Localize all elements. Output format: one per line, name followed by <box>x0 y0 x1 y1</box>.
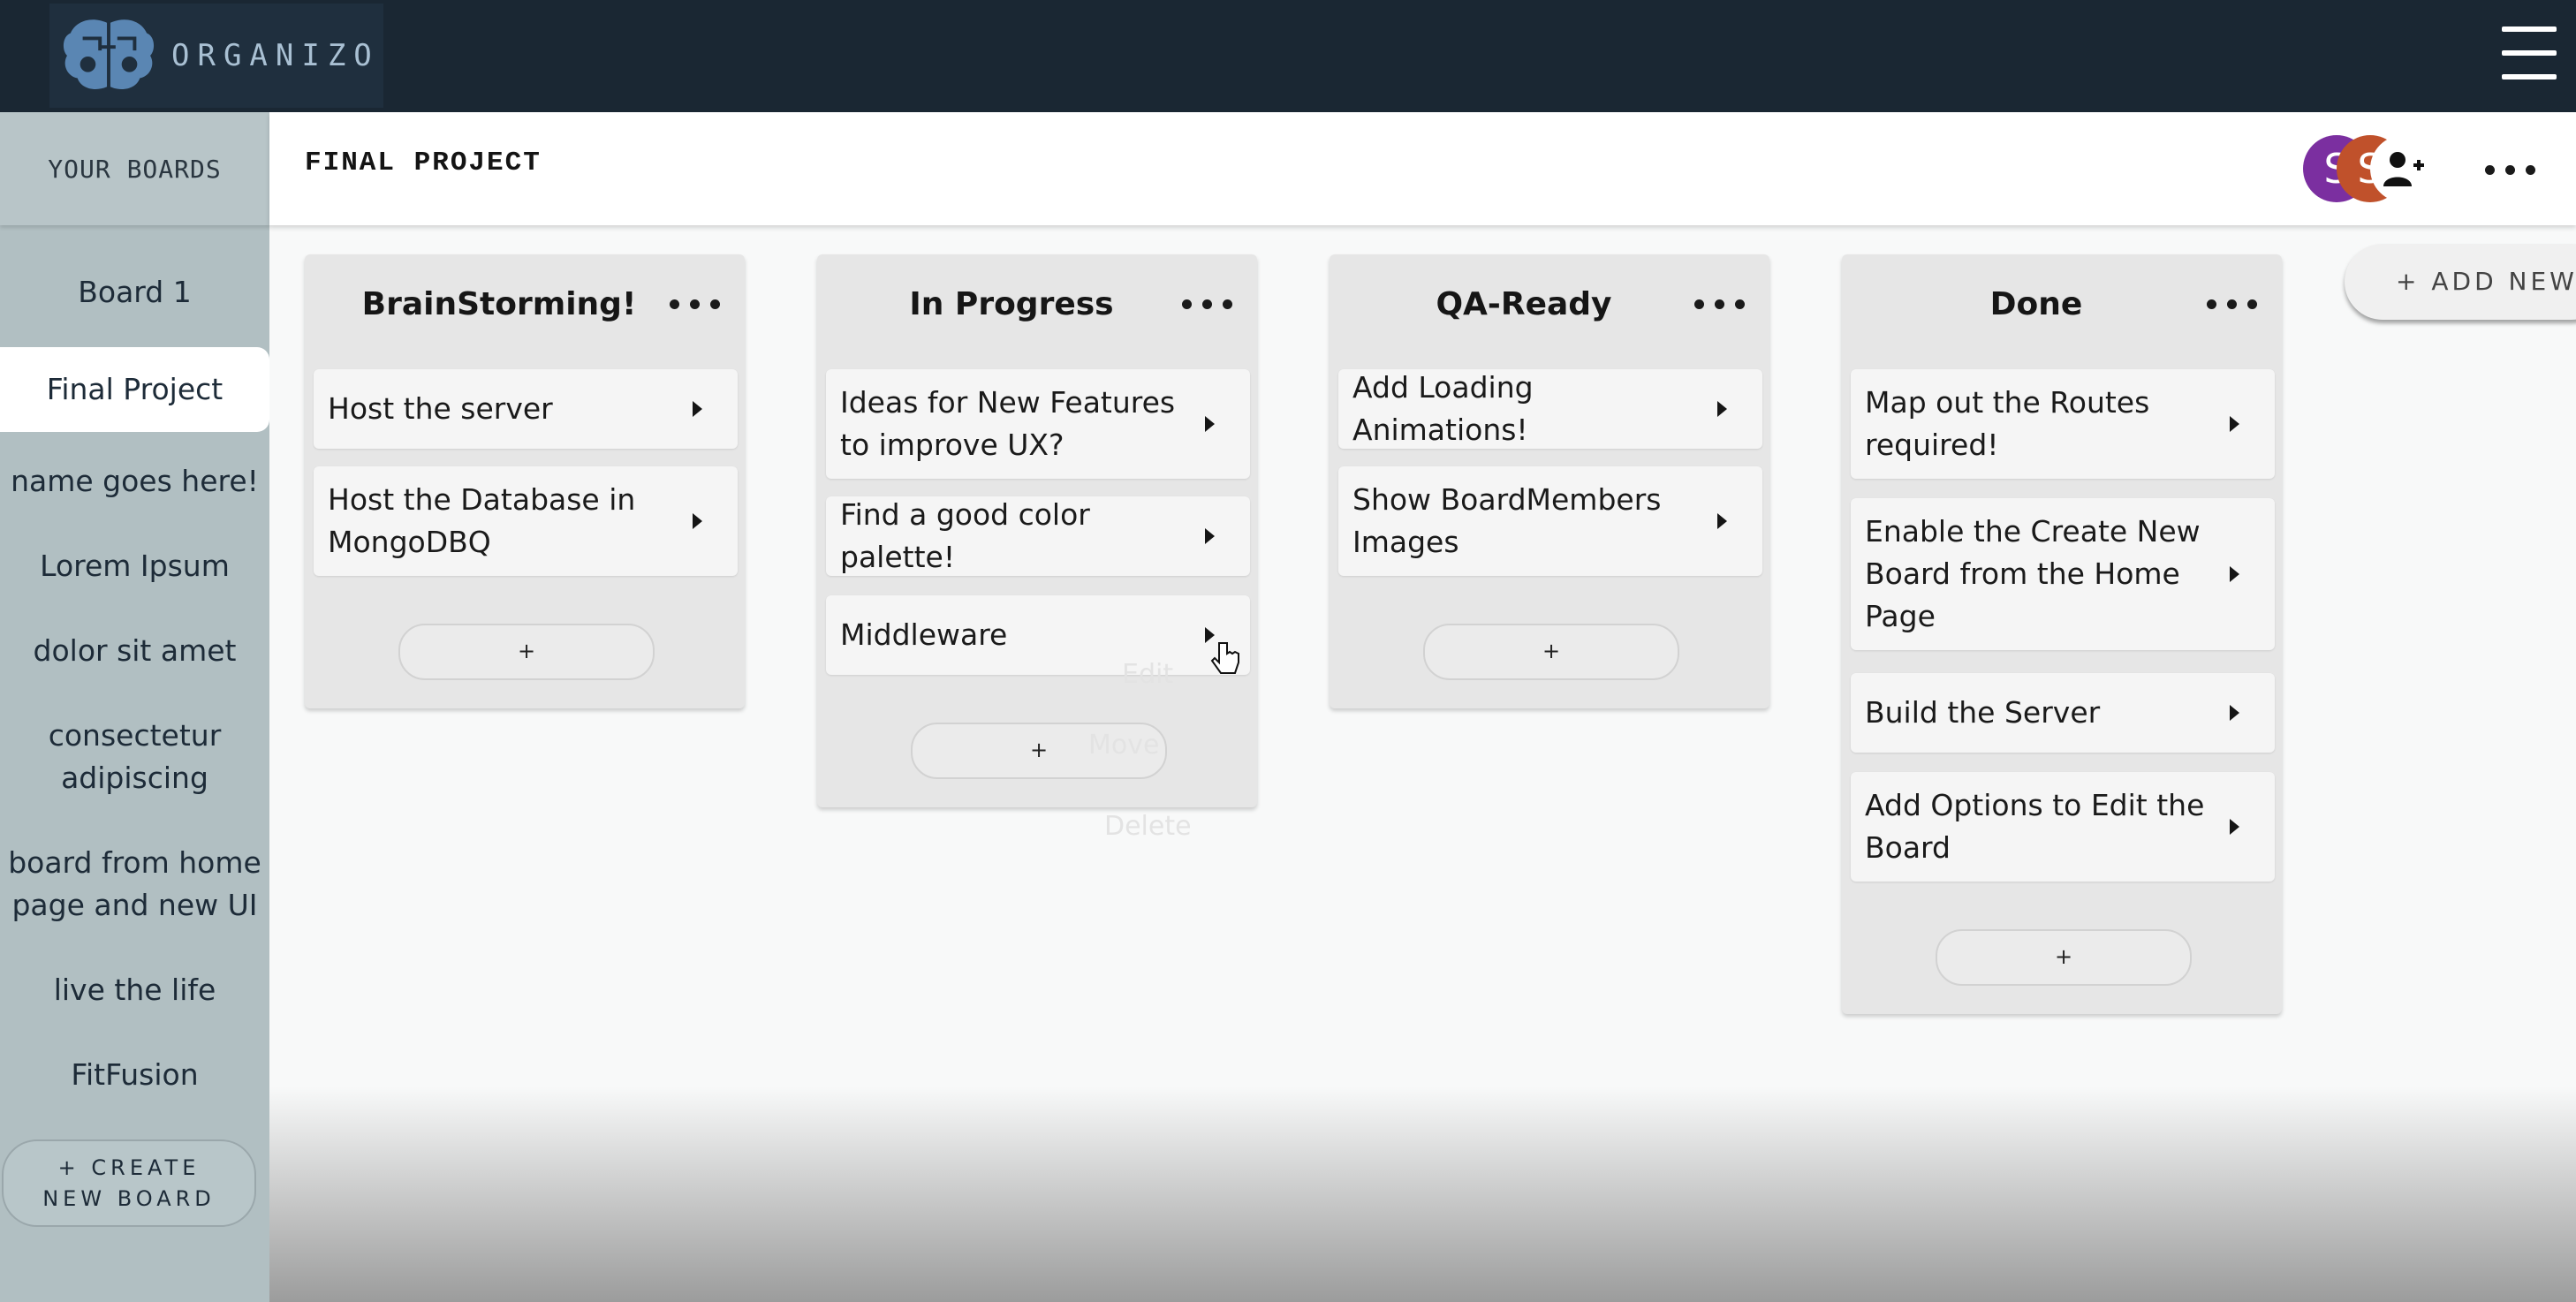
caret-right-icon[interactable] <box>2230 705 2239 721</box>
list-title: BrainStorming! <box>361 286 637 322</box>
list-options-icon[interactable] <box>2207 299 2257 309</box>
app-name: ORGANIZO <box>171 38 380 73</box>
task-card[interactable]: Middleware <box>826 595 1250 675</box>
list-title: Done <box>1989 286 2083 322</box>
board-header: FINAL PROJECT S S <box>269 112 2576 225</box>
card-text: Map out the Routes required! <box>1865 385 2150 462</box>
top-bar: ORGANIZO <box>0 0 2576 112</box>
list-options-icon[interactable] <box>1182 299 1232 309</box>
card-text: Host the Database in MongoDBQ <box>328 482 636 559</box>
task-card[interactable]: Find a good color palette! <box>826 496 1250 576</box>
sidebar-item-lorem-ipsum[interactable]: Lorem Ipsum <box>0 545 269 587</box>
list-title: In Progress <box>909 286 1114 322</box>
task-card[interactable]: Show BoardMembers Images <box>1338 466 1762 576</box>
card-menu-edit[interactable]: Edit <box>1122 659 1173 690</box>
add-card-button[interactable]: + <box>1423 624 1679 680</box>
card-text: Enable the Create New Board from the Hom… <box>1865 514 2201 633</box>
list-options-icon[interactable] <box>670 299 720 309</box>
card-text: Host the server <box>328 391 553 426</box>
card-menu-delete[interactable]: Delete <box>1104 811 1192 842</box>
task-card[interactable]: Host the server <box>314 369 738 449</box>
sidebar-item-board-from-home[interactable]: board from home page and new UI <box>0 842 269 927</box>
list-column: In Progress Ideas for New Features to im… <box>817 254 1257 807</box>
card-text: Ideas for New Features to improve UX? <box>840 385 1176 462</box>
task-card[interactable]: Map out the Routes required! <box>1851 369 2275 479</box>
card-text: Build the Server <box>1865 695 2101 730</box>
user-plus-icon <box>2383 152 2424 186</box>
sidebar-item-consectetur[interactable]: consectetur adipiscing <box>0 715 269 799</box>
card-text: Add Options to Edit the Board <box>1865 788 2205 865</box>
caret-right-icon[interactable] <box>1205 416 1215 432</box>
caret-right-icon[interactable] <box>693 401 702 417</box>
task-card[interactable]: Build the Server <box>1851 673 2275 753</box>
list-column: BrainStorming! Host the server Host the … <box>305 254 745 708</box>
card-menu-move[interactable]: Move <box>1088 730 1159 761</box>
task-card[interactable]: Add Options to Edit the Board <box>1851 772 2275 882</box>
sidebar-item-dolor-sit-amet[interactable]: dolor sit amet <box>0 630 269 672</box>
sidebar-item-board-1[interactable]: Board 1 <box>0 271 269 314</box>
sidebar-item-name-goes-here[interactable]: name goes here! <box>0 460 269 503</box>
page-title: FINAL PROJECT <box>305 148 542 178</box>
task-card[interactable]: Add Loading Animations! <box>1338 369 1762 449</box>
sidebar-item-live-the-life[interactable]: live the life <box>0 969 269 1011</box>
list-title: QA-Ready <box>1436 286 1612 322</box>
card-text: Add Loading Animations! <box>1352 370 1534 447</box>
invite-member-button[interactable] <box>2370 135 2437 202</box>
caret-right-icon[interactable] <box>1205 528 1215 544</box>
sidebar-heading: YOUR BOARDS <box>0 112 269 225</box>
task-card[interactable]: Host the Database in MongoDBQ <box>314 466 738 576</box>
list-options-icon[interactable] <box>1694 299 1745 309</box>
caret-right-icon[interactable] <box>2230 566 2239 582</box>
caret-right-icon[interactable] <box>1717 401 1727 417</box>
sidebar-item-fitfusion[interactable]: FitFusion <box>0 1054 269 1096</box>
logo-brain-icon <box>63 19 155 89</box>
boards-sidebar: YOUR BOARDS Board 1 Final Project name g… <box>0 112 269 1302</box>
card-text: Find a good color palette! <box>840 497 1090 574</box>
list-column: QA-Ready Add Loading Animations! Show Bo… <box>1330 254 1769 708</box>
board-options-icon[interactable] <box>2485 165 2535 175</box>
list-column: Done Map out the Routes required! Enable… <box>1842 254 2282 1014</box>
task-card[interactable]: Enable the Create New Board from the Hom… <box>1851 498 2275 650</box>
caret-right-icon[interactable] <box>2230 819 2239 835</box>
hamburger-menu-icon[interactable] <box>2502 26 2557 79</box>
bottom-fade <box>269 1086 2576 1302</box>
task-card[interactable]: Ideas for New Features to improve UX? <box>826 369 1250 479</box>
add-card-button[interactable]: + <box>398 624 655 680</box>
sidebar-item-final-project[interactable]: Final Project <box>0 347 269 432</box>
add-new-list-button[interactable]: + ADD NEW <box>2345 244 2576 320</box>
caret-right-icon[interactable] <box>2230 416 2239 432</box>
app-logo[interactable]: ORGANIZO <box>49 4 383 108</box>
card-text: Show BoardMembers Images <box>1352 482 1662 559</box>
create-board-label: + CREATE NEW BOARD <box>42 1154 216 1211</box>
caret-right-icon[interactable] <box>693 513 702 529</box>
pointer-cursor-icon <box>1210 642 1239 674</box>
card-text: Middleware <box>840 617 1008 652</box>
create-board-button[interactable]: + CREATE NEW BOARD <box>2 1139 256 1227</box>
add-card-button[interactable]: + <box>1936 929 2192 986</box>
caret-right-icon[interactable] <box>1717 513 1727 529</box>
